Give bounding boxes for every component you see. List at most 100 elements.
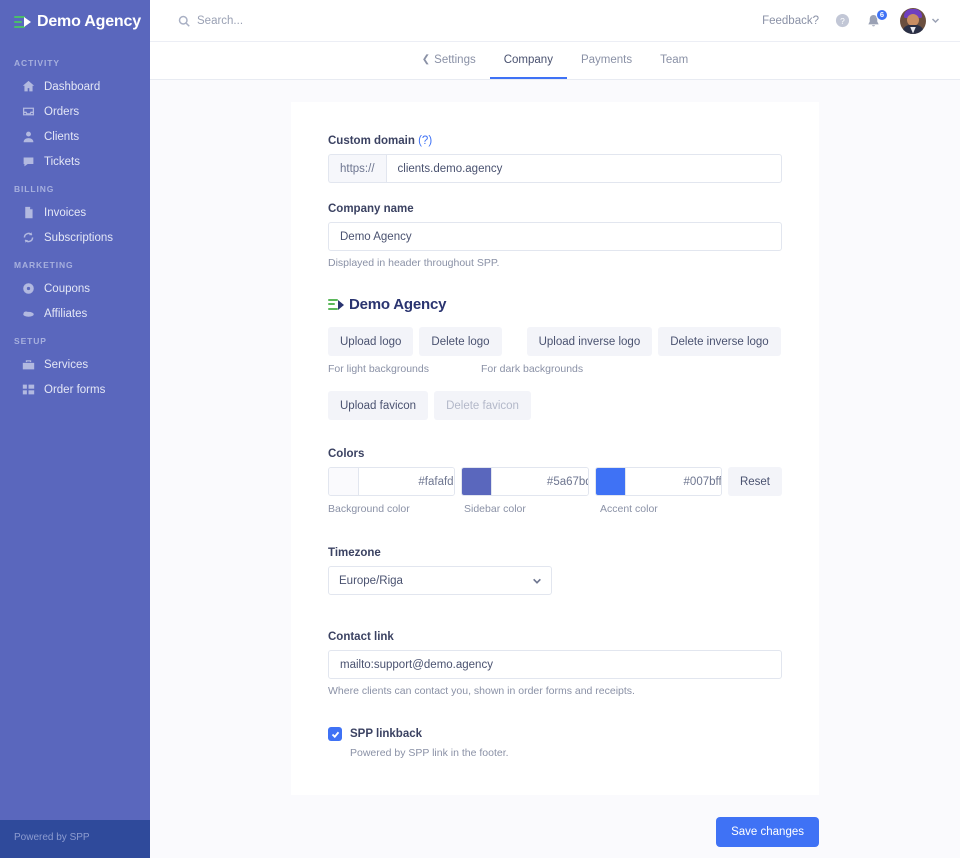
sidebar-color-field[interactable] [461,467,588,496]
spp-linkback-hint: Powered by SPP link in the footer. [350,747,782,759]
coupon-icon [22,282,35,295]
search-container[interactable] [150,15,762,27]
company-name-input[interactable] [328,222,782,251]
topbar-actions: Feedback? ? 6 [762,8,960,34]
upload-inverse-logo-button[interactable]: Upload inverse logo [527,327,653,356]
chevron-left-icon: ❮ [422,54,430,65]
spp-linkback-row[interactable]: SPP linkback [328,727,782,741]
sidebar-color-swatch[interactable] [462,468,492,495]
label-text: Custom domain [328,135,415,147]
color-captions: Background color Sidebar color Accent co… [328,503,782,515]
grid-icon [22,383,35,396]
save-area: Save changes [291,817,819,847]
custom-domain-input[interactable] [386,154,782,183]
brand-name: Demo Agency [37,13,141,31]
accent-color-field[interactable] [595,467,722,496]
contact-link-field: Contact link Where clients can contact y… [328,631,782,697]
accent-color-caption: Accent color [600,503,658,515]
help-icon[interactable]: ? [835,13,850,28]
background-color-field[interactable] [328,467,455,496]
sidebar-item-affiliates[interactable]: Affiliates [0,301,150,326]
custom-domain-label: Custom domain (?) [328,135,782,147]
spp-linkback-label: SPP linkback [350,728,422,740]
upload-favicon-button[interactable]: Upload favicon [328,391,428,420]
nav-group-activity-label: ACTIVITY [0,48,150,74]
contact-link-input[interactable] [328,650,782,679]
sidebar-item-label: Dashboard [44,81,100,93]
logo-buttons-row: Upload logo Delete logo Upload inverse l… [328,327,782,356]
nav-group-marketing-label: MARKETING [0,250,150,276]
delete-inverse-logo-button[interactable]: Delete inverse logo [658,327,780,356]
brand-logo[interactable]: Demo Agency [0,0,150,44]
nav-group-billing-label: BILLING [0,174,150,200]
reset-colors-button[interactable]: Reset [728,467,782,496]
sidebar-color-caption: Sidebar color [464,503,600,515]
home-icon [22,80,35,93]
logo-preview: Demo Agency [328,296,782,313]
tab-payments[interactable]: Payments [567,42,646,79]
notifications-bell[interactable]: 6 [866,12,884,30]
colors-row: Reset [328,467,782,496]
tab-label: Team [660,54,688,66]
notification-badge: 6 [876,9,888,21]
background-color-caption: Background color [328,503,464,515]
user-menu[interactable] [900,8,940,34]
company-name-field: Company name Displayed in header through… [328,203,782,269]
accent-color-swatch[interactable] [596,468,626,495]
content-area: Custom domain (?) https:// Company name … [150,80,960,858]
nav-group-setup-label: SETUP [0,326,150,352]
contact-link-label: Contact link [328,631,782,643]
tab-team[interactable]: Team [646,42,702,79]
tab-company[interactable]: Company [490,42,567,79]
sidebar-item-label: Subscriptions [44,232,113,244]
save-changes-button[interactable]: Save changes [716,817,819,847]
feedback-link[interactable]: Feedback? [762,15,819,27]
custom-domain-input-row: https:// [328,154,782,183]
sidebar-footer[interactable]: Powered by SPP [0,820,150,858]
user-icon [22,130,35,143]
chevron-down-icon [931,16,940,25]
accent-color-input[interactable] [626,468,722,495]
logo-mark-icon [328,298,344,311]
custom-domain-field: Custom domain (?) https:// [328,135,782,183]
company-name-hint: Displayed in header throughout SPP. [328,257,782,269]
sidebar-item-label: Affiliates [44,308,87,320]
chat-icon [22,155,35,168]
sidebar-item-order-forms[interactable]: Order forms [0,377,150,402]
tab-settings[interactable]: ❮ Settings [408,42,490,79]
favicon-buttons-row: Upload favicon Delete favicon [328,391,782,420]
help-link[interactable]: (?) [418,135,432,147]
spp-linkback-checkbox[interactable] [328,727,342,741]
search-input[interactable] [197,15,417,27]
sidebar-color-input[interactable] [492,468,588,495]
sidebar-item-clients[interactable]: Clients [0,124,150,149]
sidebar-item-coupons[interactable]: Coupons [0,276,150,301]
sidebar-item-invoices[interactable]: Invoices [0,200,150,225]
tab-label: Payments [581,54,632,66]
sidebar-item-label: Services [44,359,88,371]
sidebar-item-label: Invoices [44,207,86,219]
timezone-select[interactable]: Europe/Riga [328,566,552,595]
sidebar-nav: ACTIVITY Dashboard Orders Clients [0,44,150,402]
timezone-select-wrap[interactable]: Europe/Riga [328,566,552,595]
sidebar-item-dashboard[interactable]: Dashboard [0,74,150,99]
sidebar-item-subscriptions[interactable]: Subscriptions [0,225,150,250]
dark-backgrounds-caption: For dark backgrounds [481,363,583,375]
contact-link-hint: Where clients can contact you, shown in … [328,685,782,697]
topbar: Feedback? ? 6 [150,0,960,42]
background-color-swatch[interactable] [329,468,359,495]
sidebar-item-services[interactable]: Services [0,352,150,377]
company-name-label: Company name [328,203,782,215]
light-backgrounds-caption: For light backgrounds [328,363,429,375]
colors-field: Colors Re [328,448,782,515]
sidebar-item-tickets[interactable]: Tickets [0,149,150,174]
sidebar-item-label: Orders [44,106,79,118]
search-icon [178,15,190,27]
background-color-input[interactable] [359,468,455,495]
delete-logo-button[interactable]: Delete logo [419,327,501,356]
sidebar-item-orders[interactable]: Orders [0,99,150,124]
upload-logo-button[interactable]: Upload logo [328,327,413,356]
tab-label: Company [504,54,553,66]
tab-label: Settings [434,54,476,66]
logo-preview-text: Demo Agency [349,296,446,313]
